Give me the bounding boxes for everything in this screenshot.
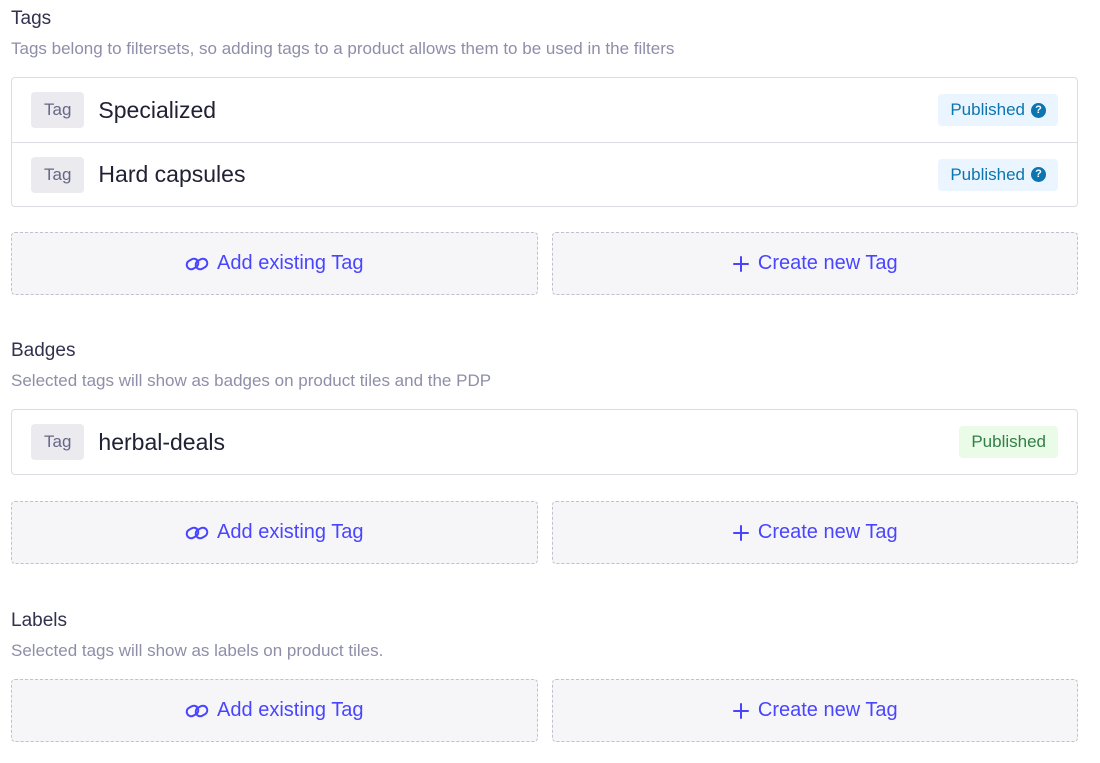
plus-icon	[732, 524, 749, 541]
badges-section-description: Selected tags will show as badges on pro…	[11, 371, 492, 390]
tag-type-chip: Tag	[31, 424, 85, 460]
question-mark-icon[interactable]: ?	[1031, 102, 1046, 118]
list-item[interactable]: Tag Hard capsules Published ?	[12, 142, 1077, 206]
add-existing-tag-button[interactable]: Add existing Tag	[11, 232, 538, 295]
create-new-tag-label: Create new Tag	[757, 521, 898, 543]
tags-list: Tag Specialized Published ? Tag Hard cap…	[11, 77, 1078, 207]
labels-section-title: Labels	[11, 610, 67, 631]
link-icon	[185, 704, 209, 717]
labels-section-description: Selected tags will show as labels on pro…	[11, 641, 384, 660]
create-new-tag-button[interactable]: Create new Tag	[551, 232, 1078, 295]
tag-type-chip: Tag	[31, 156, 85, 193]
labels-actions: Add existing Tag Create new Tag	[11, 679, 1078, 742]
tags-section-header: Tags Tags belong to filtersets, so addin…	[11, 8, 1078, 59]
create-new-tag-button[interactable]: Create new Tag	[551, 501, 1078, 564]
labels-section-header: Labels Selected tags will show as labels…	[11, 610, 1078, 661]
tags-actions: Add existing Tag Create new Tag	[11, 232, 1078, 295]
create-new-tag-label: Create new Tag	[757, 699, 898, 721]
link-icon	[185, 257, 209, 270]
badges-section-header: Badges Selected tags will show as badges…	[11, 340, 1078, 391]
tag-name: Specialized	[98, 96, 217, 123]
list-item[interactable]: Tag Specialized Published ?	[12, 78, 1077, 142]
plus-icon	[732, 255, 749, 272]
badges-list: Tag herbal-deals Published	[11, 409, 1078, 475]
add-existing-tag-button[interactable]: Add existing Tag	[11, 501, 538, 564]
question-mark-icon[interactable]: ?	[1031, 167, 1046, 182]
status-badge: Published ?	[938, 158, 1058, 191]
status-badge: Published ?	[938, 94, 1058, 126]
tag-name: herbal-deals	[98, 428, 226, 455]
status-label: Published	[950, 164, 1025, 184]
plus-icon	[732, 702, 749, 719]
create-new-tag-button[interactable]: Create new Tag	[551, 679, 1078, 742]
status-badge: Published	[959, 426, 1058, 458]
status-label: Published	[950, 100, 1025, 119]
tag-type-chip: Tag	[31, 92, 85, 128]
list-item[interactable]: Tag herbal-deals Published	[12, 410, 1077, 474]
add-existing-tag-label: Add existing Tag	[217, 521, 364, 543]
tags-section-title: Tags	[11, 8, 52, 29]
status-label: Published	[971, 432, 1046, 451]
tags-section-description: Tags belong to filtersets, so adding tag…	[11, 39, 675, 58]
add-existing-tag-label: Add existing Tag	[217, 252, 364, 274]
badges-actions: Add existing Tag Create new Tag	[11, 501, 1078, 564]
link-icon	[185, 526, 209, 539]
add-existing-tag-label: Add existing Tag	[217, 699, 364, 721]
add-existing-tag-button[interactable]: Add existing Tag	[11, 679, 538, 742]
tag-name: Hard capsules	[98, 161, 246, 187]
badges-section-title: Badges	[11, 340, 76, 361]
create-new-tag-label: Create new Tag	[757, 252, 898, 274]
